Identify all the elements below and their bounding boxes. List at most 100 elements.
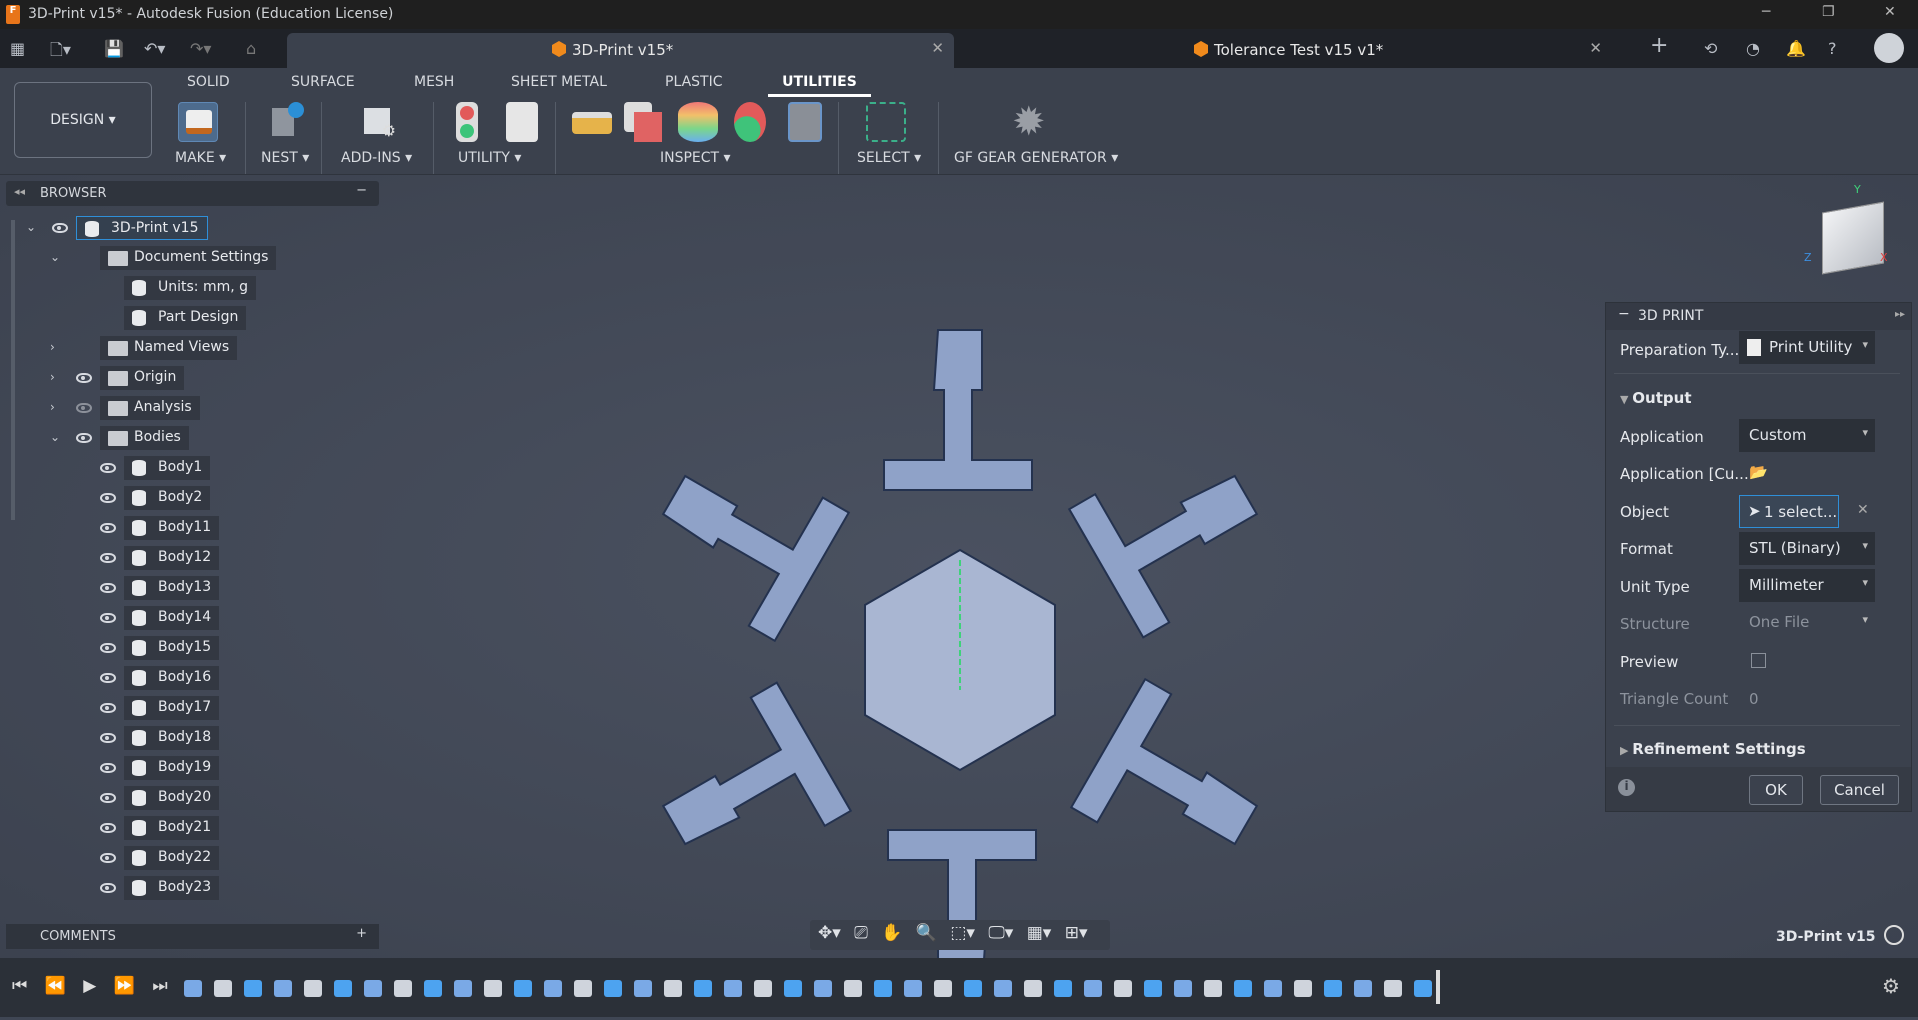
tree-analysis[interactable]: › Analysis — [6, 396, 376, 420]
extensions-icon[interactable]: ⟲ — [1704, 39, 1717, 58]
close-window-button[interactable]: ✕ — [1884, 4, 1896, 20]
tab-3d-print[interactable]: 3D-Print v15* ✕ — [287, 33, 954, 68]
unit-type-dropdown[interactable]: Millimeter — [1739, 569, 1875, 602]
timeline-feature-icon[interactable] — [1414, 980, 1432, 997]
make-menu[interactable]: MAKE ▾ — [175, 150, 226, 166]
collapse-dialog-icon[interactable]: − — [1618, 306, 1630, 322]
3d-model[interactable] — [560, 300, 1360, 1020]
timeline-feature-icon[interactable] — [1174, 980, 1192, 997]
timeline-feature-icon[interactable] — [904, 980, 922, 997]
chevron-right-icon[interactable]: › — [50, 400, 55, 414]
tree-body[interactable]: Body19 — [6, 756, 376, 780]
timeline-feature-icon[interactable] — [454, 980, 472, 997]
visibility-eye-icon[interactable] — [100, 673, 116, 683]
undo-icon[interactable]: ↶▾ — [144, 39, 165, 58]
visibility-eye-icon[interactable] — [100, 613, 116, 623]
timeline-feature-icon[interactable] — [1264, 980, 1282, 997]
viewports-icon[interactable]: ⊞▾ — [1065, 923, 1088, 943]
tree-named-views[interactable]: › Named Views — [6, 336, 376, 360]
collapse-browser-icon[interactable]: ◂◂ — [14, 185, 25, 198]
visibility-eye-icon[interactable] — [76, 433, 92, 443]
tree-body[interactable]: Body22 — [6, 846, 376, 870]
fit-icon[interactable]: ⬚▾ — [950, 923, 975, 943]
close-tab-icon[interactable]: ✕ — [931, 39, 944, 57]
tab-surface[interactable]: SURFACE — [291, 74, 355, 90]
timeline-feature-icon[interactable] — [994, 980, 1012, 997]
view-cube[interactable] — [1822, 201, 1884, 275]
tab-solid[interactable]: SOLID — [187, 74, 230, 90]
timeline-settings-icon[interactable]: ⚙ — [1882, 974, 1900, 998]
tab-tolerance-test[interactable]: Tolerance Test v15 v1* ✕ — [960, 33, 1620, 68]
redo-icon[interactable]: ↷▾ — [190, 39, 211, 58]
timeline-feature-icon[interactable] — [214, 980, 232, 997]
play-icon[interactable]: ▶ — [83, 976, 96, 996]
tree-body[interactable]: Body20 — [6, 786, 376, 810]
add-ins-menu[interactable]: ADD-INS ▾ — [341, 150, 412, 166]
timeline-feature-icon[interactable] — [514, 980, 532, 997]
utility-menu[interactable]: UTILITY ▾ — [458, 150, 521, 166]
bill-of-materials-icon[interactable] — [506, 102, 538, 142]
navigation-toolbar[interactable]: ✥▾ ⎚ ✋ 🔍 ⬚▾ 🖵▾ ▦▾ ⊞▾ — [810, 920, 1110, 950]
timeline-feature-icon[interactable] — [274, 980, 292, 997]
grid-icon[interactable]: ▦▾ — [1027, 923, 1052, 943]
visibility-eye-icon[interactable] — [100, 583, 116, 593]
tab-plastic[interactable]: PLASTIC — [665, 74, 722, 90]
timeline-feature-icon[interactable] — [844, 980, 862, 997]
timeline-feature-icon[interactable] — [1084, 980, 1102, 997]
tree-body[interactable]: Body18 — [6, 726, 376, 750]
timeline-feature-icon[interactable] — [1354, 980, 1372, 997]
step-back-icon[interactable]: ⏪ — [45, 976, 66, 996]
file-menu-icon[interactable]: 🗋▾ — [50, 39, 71, 66]
timeline-feature-icon[interactable] — [964, 980, 982, 997]
tree-part-design[interactable]: Part Design — [6, 306, 376, 330]
tree-body[interactable]: Body14 — [6, 606, 376, 630]
visibility-eye-icon[interactable] — [100, 733, 116, 743]
timeline-feature-icon[interactable] — [184, 980, 202, 997]
chevron-down-icon[interactable]: ⌄ — [26, 220, 36, 234]
home-icon[interactable]: ⌂ — [246, 39, 256, 58]
scripts-addins-icon[interactable]: ⚙ — [358, 102, 398, 142]
timeline-feature-icon[interactable] — [574, 980, 592, 997]
draft-analysis-icon[interactable] — [734, 102, 766, 142]
timeline-feature-icon[interactable] — [1204, 980, 1222, 997]
tree-body[interactable]: Body15 — [6, 636, 376, 660]
apps-grid-icon[interactable]: ▦ — [10, 39, 25, 58]
job-status-icon[interactable]: ◔ — [1746, 39, 1760, 58]
orbit-icon[interactable]: ✥▾ — [818, 923, 841, 943]
tree-root[interactable]: ⌄ 3D-Print v15 — [6, 216, 376, 240]
timeline-feature-icon[interactable] — [754, 980, 772, 997]
timeline-feature-icon[interactable] — [1054, 980, 1072, 997]
application-dropdown[interactable]: Custom — [1739, 419, 1875, 452]
minimize-button[interactable]: ─ — [1762, 4, 1770, 20]
timeline-feature-icon[interactable] — [244, 980, 262, 997]
select-menu[interactable]: SELECT ▾ — [857, 150, 921, 166]
timeline-feature-icon[interactable] — [694, 980, 712, 997]
visibility-eye-icon[interactable] — [100, 763, 116, 773]
add-comment-icon[interactable]: + — [356, 926, 367, 941]
timeline-marker[interactable] — [1436, 970, 1440, 1004]
timeline-feature-icon[interactable] — [1114, 980, 1132, 997]
zoom-icon[interactable]: 🔍 — [916, 923, 937, 943]
timeline-feature-icon[interactable] — [424, 980, 442, 997]
visibility-eye-icon[interactable] — [100, 793, 116, 803]
format-dropdown[interactable]: STL (Binary) — [1739, 532, 1875, 565]
comments-panel[interactable]: COMMENTS + — [6, 924, 379, 949]
timeline-feature-icon[interactable] — [784, 980, 802, 997]
preparation-type-dropdown[interactable]: Print Utility — [1739, 331, 1875, 364]
timeline-feature-icon[interactable] — [1234, 980, 1252, 997]
chevron-down-icon[interactable]: ⌄ — [50, 250, 60, 264]
3d-print-icon[interactable] — [178, 102, 218, 142]
tree-bodies[interactable]: ⌄ Bodies — [6, 426, 376, 450]
timeline-feature-icon[interactable] — [664, 980, 682, 997]
browser-scrollbar[interactable] — [11, 220, 15, 520]
clear-selection-icon[interactable]: ✕ — [1857, 502, 1869, 518]
ok-button[interactable]: OK — [1749, 775, 1803, 805]
nest-icon[interactable] — [266, 102, 306, 142]
timeline-feature-icon[interactable] — [1324, 980, 1342, 997]
tree-body[interactable]: Body1 — [6, 456, 376, 480]
workspace-switcher[interactable]: DESIGN ▾ — [14, 82, 152, 158]
gear-generator-icon[interactable]: ✹ — [1012, 102, 1046, 142]
tree-body[interactable]: Body2 — [6, 486, 376, 510]
chevron-right-icon[interactable]: › — [50, 370, 55, 384]
timeline-feature-icon[interactable] — [634, 980, 652, 997]
